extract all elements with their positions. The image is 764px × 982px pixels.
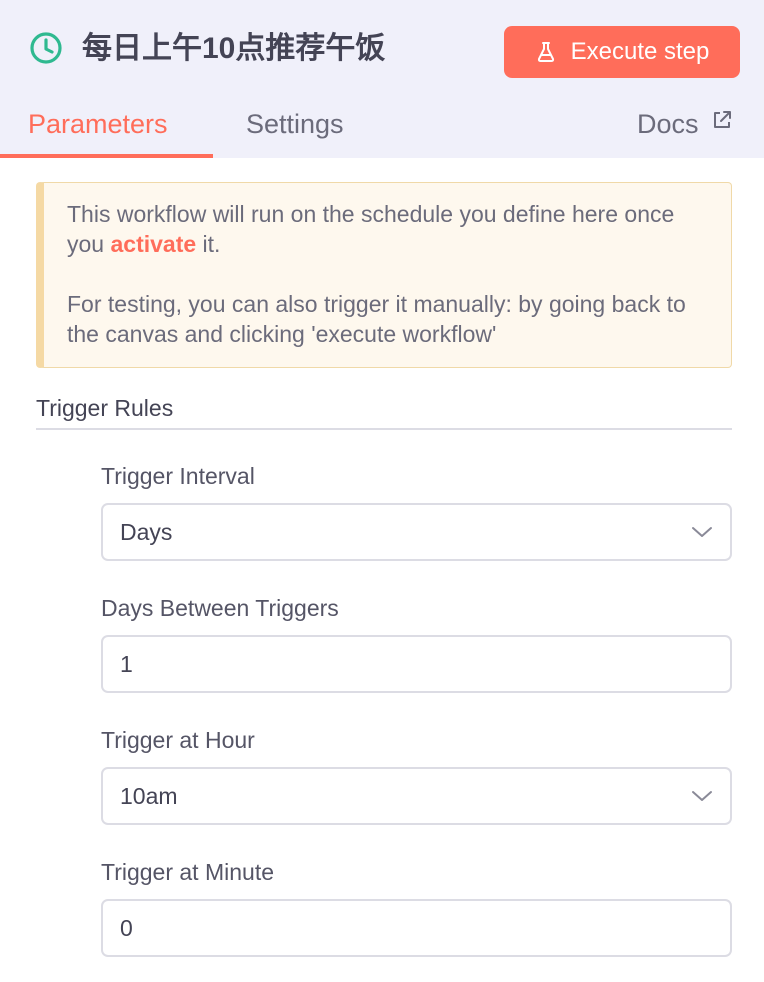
activation-notice: This workflow will run on the schedule y… <box>36 182 732 368</box>
days-between-triggers-input[interactable]: 1 <box>101 635 732 693</box>
trigger-at-minute-value: 0 <box>120 915 133 941</box>
active-tab-indicator <box>0 154 213 158</box>
external-link-icon <box>713 111 731 128</box>
notice-line-2: For testing, you can also trigger it man… <box>67 291 686 347</box>
activate-link[interactable]: activate <box>110 231 196 257</box>
trigger-rules-title: Trigger Rules <box>36 395 174 421</box>
trigger-at-hour-value: 10am <box>120 783 178 809</box>
node-header: 每日上午10点推荐午饭 Execute step Parameters Sett… <box>0 0 764 158</box>
trigger-interval-select[interactable]: Days <box>101 503 732 561</box>
trigger-at-hour-label: Trigger at Hour <box>101 727 255 753</box>
trigger-interval-label: Trigger Interval <box>101 463 255 489</box>
notice-line-1: This workflow will run on the schedule y… <box>67 201 675 257</box>
chevron-down-icon <box>692 791 712 801</box>
days-between-triggers-value: 1 <box>120 651 133 677</box>
node-title[interactable]: 每日上午10点推荐午饭 <box>82 29 385 69</box>
docs-label: Docs <box>637 109 699 139</box>
days-between-triggers-label: Days Between Triggers <box>101 595 339 621</box>
docs-link[interactable]: Docs <box>637 106 733 142</box>
execute-step-button[interactable]: Execute step <box>504 26 740 78</box>
flask-icon <box>537 42 554 62</box>
trigger-at-minute-label: Trigger at Minute <box>101 859 274 885</box>
tab-settings[interactable]: Settings <box>246 106 344 142</box>
trigger-at-hour-select[interactable]: 10am <box>101 767 732 825</box>
tab-parameters[interactable]: Parameters <box>28 106 168 142</box>
clock-icon <box>30 32 62 64</box>
trigger-at-minute-input[interactable]: 0 <box>101 899 732 957</box>
execute-step-label: Execute step <box>570 38 710 65</box>
chevron-down-icon <box>692 527 712 537</box>
section-divider <box>36 428 732 430</box>
trigger-interval-value: Days <box>120 519 173 545</box>
